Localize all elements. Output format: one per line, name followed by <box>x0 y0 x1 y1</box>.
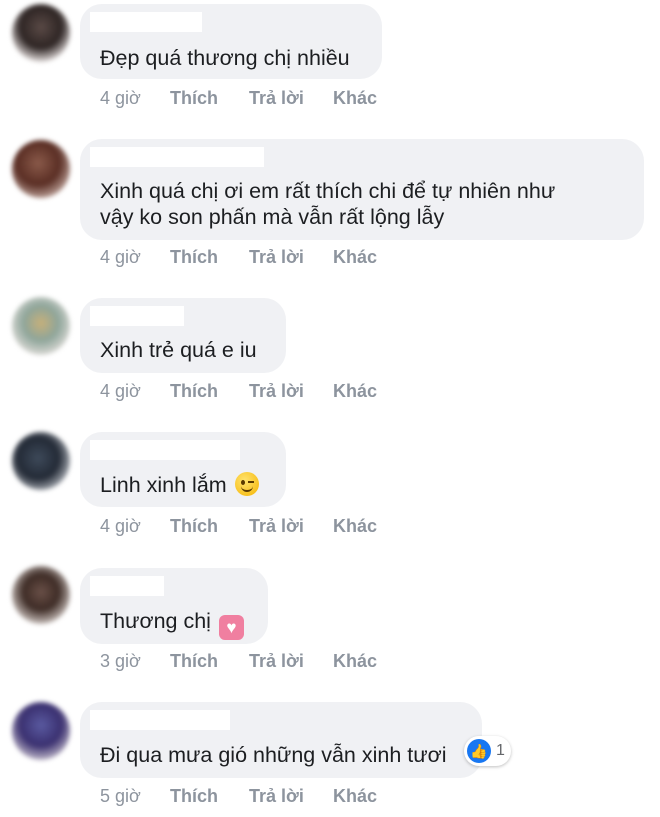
comment-bubble: Xinh quá chị ơi em rất thích chi để tự n… <box>80 139 644 240</box>
comment-timestamp[interactable]: 4 giờ <box>100 516 141 537</box>
avatar[interactable] <box>12 4 70 62</box>
comment-text-content: Thương chị <box>100 609 211 633</box>
comment-timestamp[interactable]: 5 giờ <box>100 786 141 807</box>
comment-text-line-2: vậy ko son phấn mà vẫn rất lộng lẫy <box>100 205 445 229</box>
heart-emoji-icon: ♥ <box>218 615 244 640</box>
like-link[interactable]: Thích <box>170 651 218 672</box>
comment-text: Đi qua mưa gió những vẫn xinh tươi <box>100 743 447 767</box>
redacted-author-name <box>90 440 240 460</box>
reply-link[interactable]: Trả lời <box>249 516 304 537</box>
comment-text: Thương chị ♥ <box>100 606 244 640</box>
comment-bubble: Thương chị ♥ <box>80 568 268 644</box>
comment-timestamp[interactable]: 4 giờ <box>100 247 141 268</box>
more-link[interactable]: Khác <box>333 786 377 807</box>
avatar[interactable] <box>12 140 70 198</box>
like-link[interactable]: Thích <box>170 381 218 402</box>
reply-link[interactable]: Trả lời <box>249 381 304 402</box>
more-link[interactable]: Khác <box>333 381 377 402</box>
reply-link[interactable]: Trả lời <box>249 247 304 268</box>
more-link[interactable]: Khác <box>333 247 377 268</box>
thumbs-up-icon: 👍 <box>467 739 491 763</box>
like-link[interactable]: Thích <box>170 88 218 109</box>
like-link[interactable]: Thích <box>170 247 218 268</box>
redacted-author-name <box>90 306 184 326</box>
comment-bubble: Xinh trẻ quá e iu <box>80 298 286 373</box>
redacted-author-name <box>90 576 164 596</box>
redacted-author-name <box>90 147 264 167</box>
redacted-author-name <box>90 12 202 32</box>
wink-emoji-icon <box>234 472 259 496</box>
reaction-count: 1 <box>496 742 505 759</box>
like-link[interactable]: Thích <box>170 786 218 807</box>
reply-link[interactable]: Trả lời <box>249 651 304 672</box>
comment-text-content: Linh xinh lắm <box>100 473 227 497</box>
comment-text: Đẹp quá thương chị nhiều <box>100 46 350 70</box>
avatar[interactable] <box>12 566 70 624</box>
comment-bubble: Đẹp quá thương chị nhiều <box>80 4 382 79</box>
avatar[interactable] <box>12 702 70 760</box>
comment-text: Xinh trẻ quá e iu <box>100 338 257 362</box>
more-link[interactable]: Khác <box>333 651 377 672</box>
comment-timestamp[interactable]: 4 giờ <box>100 88 141 109</box>
comment-text: Linh xinh lắm <box>100 470 259 500</box>
reply-link[interactable]: Trả lời <box>249 786 304 807</box>
more-link[interactable]: Khác <box>333 516 377 537</box>
redacted-author-name <box>90 710 230 730</box>
comment-bubble: Linh xinh lắm <box>80 432 286 507</box>
avatar[interactable] <box>12 297 70 355</box>
comment-timestamp[interactable]: 3 giờ <box>100 651 141 672</box>
comment-bubble: Đi qua mưa gió những vẫn xinh tươi <box>80 702 482 778</box>
reply-link[interactable]: Trả lời <box>249 88 304 109</box>
avatar[interactable] <box>12 432 70 490</box>
more-link[interactable]: Khác <box>333 88 377 109</box>
like-link[interactable]: Thích <box>170 516 218 537</box>
comment-timestamp[interactable]: 4 giờ <box>100 381 141 402</box>
reaction-summary[interactable]: 👍 1 <box>464 736 511 766</box>
